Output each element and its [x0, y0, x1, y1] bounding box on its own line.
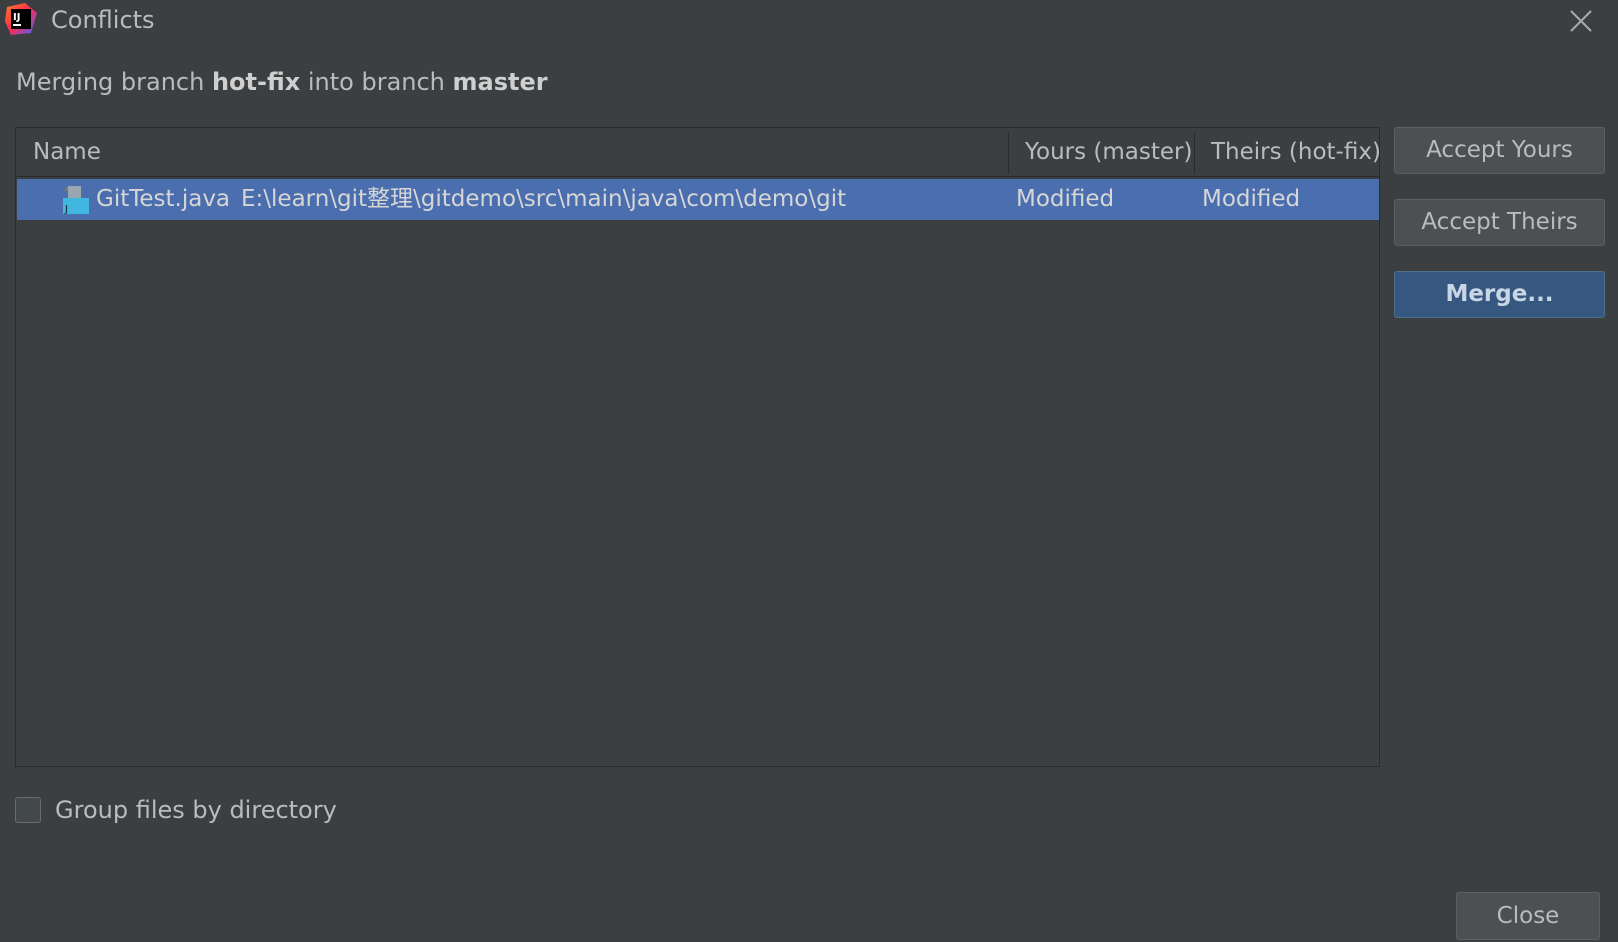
file-name: GitTest.java — [96, 186, 231, 212]
conflicts-table: Name Yours (master) Theirs (hot-fix) J G… — [15, 127, 1381, 767]
close-icon[interactable] — [1568, 8, 1594, 34]
merge-prefix: Merging branch — [16, 68, 212, 96]
target-branch: master — [452, 68, 548, 96]
source-branch: hot-fix — [211, 68, 301, 96]
conflicts-dialog: IJ Conflicts Merging branch hot-fix into… — [0, 0, 1618, 942]
accept-yours-button[interactable]: Accept Yours — [1394, 127, 1605, 174]
group-by-directory-label[interactable]: Group files by directory — [55, 796, 337, 824]
merge-middle: into branch — [300, 68, 453, 96]
column-separator[interactable] — [1008, 132, 1009, 174]
column-header-yours[interactable]: Yours (master) — [1025, 128, 1192, 176]
close-button[interactable]: Close — [1456, 892, 1600, 940]
svg-text:J: J — [64, 204, 68, 215]
merge-description: Merging branch hot-fix into branch maste… — [16, 68, 548, 96]
java-file-icon: J — [63, 186, 89, 215]
column-header-theirs[interactable]: Theirs (hot-fix) — [1211, 128, 1381, 176]
column-separator[interactable] — [1194, 132, 1195, 174]
table-header: Name Yours (master) Theirs (hot-fix) — [16, 128, 1381, 177]
theirs-status: Modified — [1202, 186, 1301, 212]
file-path: E:\learn\git整理\gitdemo\src\main\java\com… — [241, 186, 847, 212]
yours-status: Modified — [1016, 186, 1115, 212]
column-header-name[interactable]: Name — [33, 128, 1008, 176]
window-title: Conflicts — [51, 6, 155, 34]
checkbox-box[interactable] — [15, 797, 41, 823]
intellij-logo-icon: IJ — [5, 3, 37, 35]
title-bar: IJ Conflicts — [0, 0, 1618, 42]
table-row[interactable]: J GitTest.java E:\learn\git整理\gitdemo\sr… — [17, 179, 1379, 220]
accept-theirs-button[interactable]: Accept Theirs — [1394, 199, 1605, 246]
merge-button[interactable]: Merge... — [1394, 271, 1605, 318]
svg-text:IJ: IJ — [13, 12, 20, 23]
